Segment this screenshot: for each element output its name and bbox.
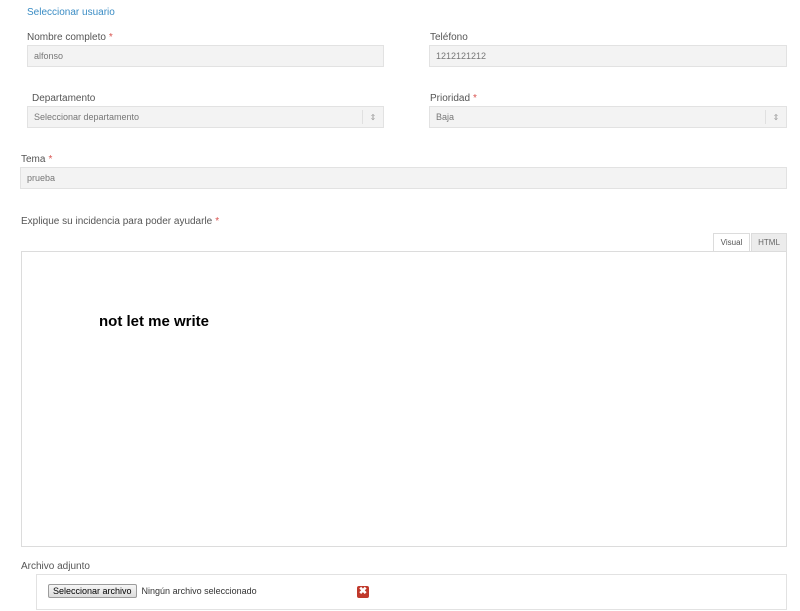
required-mark: * — [48, 154, 53, 165]
full-name-value: alfonso — [34, 51, 64, 61]
select-arrows-icon: ⇕ — [765, 110, 786, 124]
tab-visual[interactable]: Visual — [713, 233, 750, 252]
priority-select[interactable]: Baja ⇕ — [429, 106, 787, 128]
department-label: Departamento — [32, 93, 96, 104]
description-label-text: Explique su incidencia para poder ayudar… — [21, 216, 213, 227]
file-input[interactable]: Seleccionar archivo Ningún archivo selec… — [48, 584, 257, 598]
subject-label: Tema * — [21, 154, 52, 165]
description-label: Explique su incidencia para poder ayudar… — [21, 216, 219, 227]
department-select[interactable]: Seleccionar departamento ⇕ — [27, 106, 384, 128]
tab-html[interactable]: HTML — [751, 233, 787, 252]
subject-label-text: Tema — [21, 154, 46, 165]
required-mark: * — [473, 93, 477, 104]
department-value: Seleccionar departamento — [34, 112, 140, 122]
editor-content: not let me write — [99, 313, 210, 330]
description-editor[interactable] — [21, 251, 787, 547]
subject-value: prueba — [27, 173, 56, 183]
priority-label: Prioridad * — [430, 93, 477, 104]
select-user-link[interactable]: Seleccionar usuario — [27, 7, 115, 18]
required-mark: * — [108, 32, 113, 43]
phone-field[interactable]: 1212121212 — [429, 45, 787, 67]
full-name-label: Nombre completo * — [27, 32, 113, 43]
required-mark: * — [215, 216, 220, 227]
subject-field[interactable]: prueba — [20, 167, 787, 189]
full-name-label-text: Nombre completo — [27, 32, 106, 43]
priority-value: Baja — [436, 112, 455, 122]
priority-label-text: Prioridad — [430, 93, 471, 104]
attachment-label: Archivo adjunto — [21, 561, 90, 572]
select-arrows-icon: ⇕ — [362, 110, 383, 124]
remove-file-icon[interactable]: ✖ — [357, 586, 369, 598]
full-name-field[interactable]: alfonso — [27, 45, 384, 67]
choose-file-button[interactable]: Seleccionar archivo — [48, 584, 137, 598]
phone-label: Teléfono — [430, 32, 468, 43]
file-status: Ningún archivo seleccionado — [141, 586, 257, 596]
phone-value: 1212121212 — [436, 51, 487, 61]
